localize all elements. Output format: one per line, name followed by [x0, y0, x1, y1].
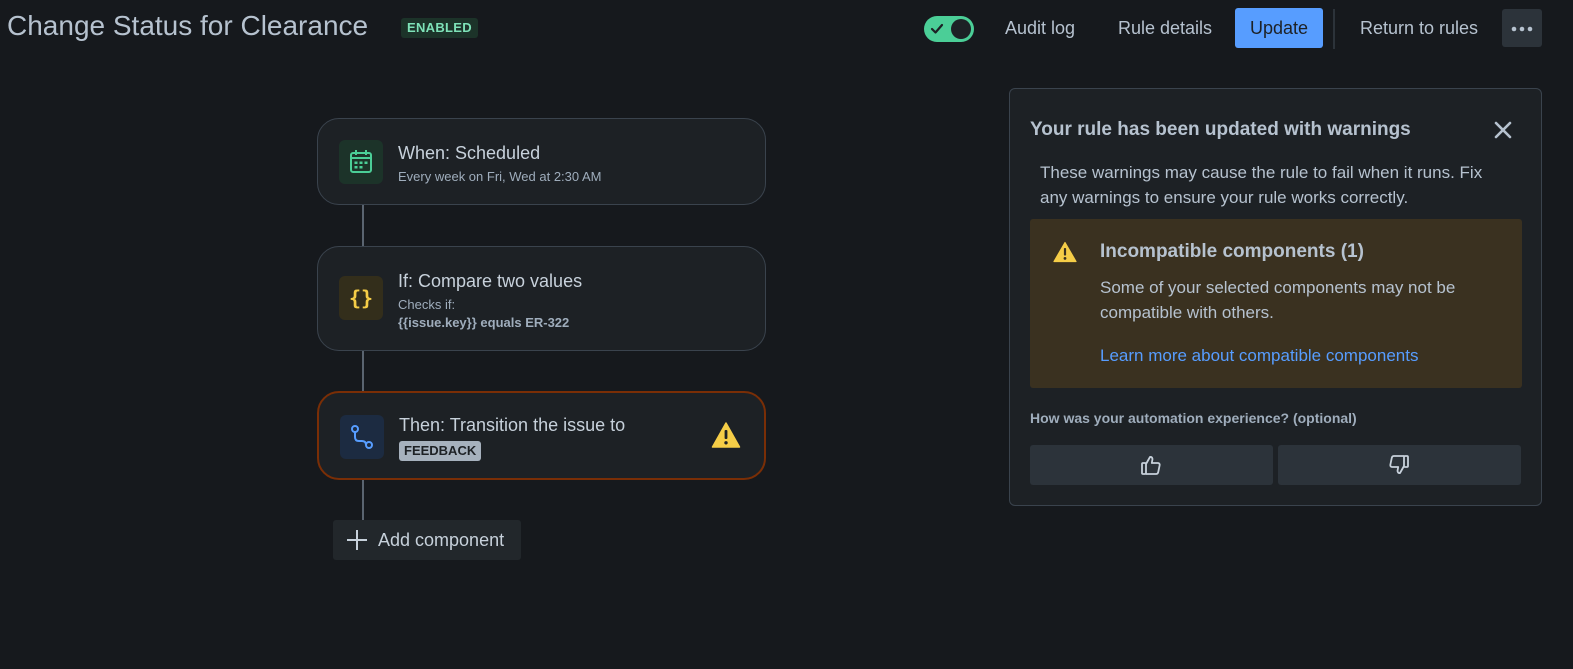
panel-title: Your rule has been updated with warnings [1030, 119, 1411, 140]
action-icon-box [340, 415, 384, 459]
audit-log-button[interactable]: Audit log [999, 8, 1081, 48]
transition-status-lozenge: FEEDBACK [399, 441, 482, 461]
toggle-knob [951, 19, 971, 39]
close-icon[interactable] [1492, 119, 1514, 141]
trigger-icon-box [339, 140, 383, 184]
thumbs-up-button[interactable] [1030, 445, 1273, 485]
add-component-label: Add component [378, 530, 505, 550]
add-component-button[interactable]: Add component [333, 520, 521, 560]
panel-description: These warnings may cause the rule to fai… [1040, 163, 1483, 207]
compatible-components-link[interactable]: Learn more about compatible components [1100, 346, 1418, 366]
calendar-icon [350, 150, 372, 173]
header-divider [1333, 9, 1335, 49]
condition-detail: {{issue.key}} equals ER-322 [398, 315, 570, 330]
condition-icon-box: {} [339, 276, 383, 320]
condition-title: If: Compare two values [398, 271, 583, 291]
thumbs-down-icon [1389, 455, 1409, 474]
more-actions-button[interactable] [1502, 9, 1542, 47]
flow-connector [362, 350, 364, 392]
trigger-title: When: Scheduled [398, 143, 541, 163]
rule-warnings-panel: Your rule has been updated with warnings… [1009, 88, 1542, 506]
thumbs-down-button[interactable] [1278, 445, 1521, 485]
thumbs-up-icon [1141, 456, 1161, 475]
incompatible-components-warning: Incompatible components (1) Some of your… [1030, 219, 1522, 388]
more-horizontal-icon [1511, 26, 1533, 32]
warning-icon[interactable] [711, 421, 741, 449]
rule-header: Change Status for Clearance ENABLED Audi… [0, 0, 1573, 60]
return-to-rules-button[interactable]: Return to rules [1354, 8, 1484, 48]
action-title: Then: Transition the issue to [399, 415, 626, 435]
warning-title: Incompatible components (1) [1100, 241, 1364, 262]
check-icon [930, 23, 944, 34]
trigger-card[interactable]: When: Scheduled Every week on Fri, Wed a… [317, 118, 766, 205]
update-button[interactable]: Update [1235, 8, 1323, 48]
condition-card[interactable]: {} If: Compare two values Checks if: {{i… [317, 246, 766, 351]
svg-text:{}: {} [349, 286, 373, 310]
warning-icon [1053, 241, 1077, 263]
plus-icon [347, 530, 367, 550]
flow-connector [362, 480, 364, 521]
flow-connector [362, 205, 364, 246]
page-title: Change Status for Clearance [7, 10, 369, 41]
braces-icon: {} [349, 286, 373, 310]
trigger-subtitle: Every week on Fri, Wed at 2:30 AM [398, 169, 602, 184]
condition-subtitle: Checks if: [398, 297, 456, 312]
rule-details-button[interactable]: Rule details [1112, 8, 1218, 48]
rule-enabled-toggle[interactable] [924, 16, 974, 42]
transition-icon [351, 425, 373, 449]
status-badge: ENABLED [401, 18, 478, 38]
warning-description: Some of your selected components may not… [1100, 278, 1456, 322]
action-card[interactable]: Then: Transition the issue to FEEDBACK [317, 391, 766, 480]
feedback-label: How was your automation experience? (opt… [1030, 410, 1357, 426]
